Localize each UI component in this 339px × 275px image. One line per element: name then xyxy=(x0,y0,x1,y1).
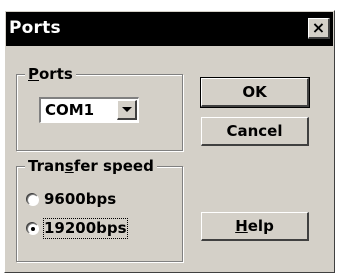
ports-groupbox: Ports COM1 xyxy=(16,65,183,151)
ports-group-label: Ports xyxy=(25,65,76,83)
transfer-speed-group-label: Transfer speed xyxy=(25,157,157,175)
port-select[interactable]: COM1 xyxy=(39,97,139,123)
radio-checked-icon[interactable] xyxy=(27,223,39,235)
radio-unchecked-icon[interactable] xyxy=(27,194,39,206)
transfer-speed-groupbox: Transfer speed 9600bps 19200bps xyxy=(16,157,183,262)
port-select-value: COM1 xyxy=(45,101,95,119)
window-title: Ports xyxy=(9,18,61,38)
title-bar[interactable]: Ports × xyxy=(6,12,333,46)
ports-dialog: Ports × Ports COM1 Transfer speed 9600bp… xyxy=(4,10,335,273)
ok-button[interactable]: OK xyxy=(200,77,310,108)
close-button[interactable]: × xyxy=(308,18,330,39)
radio-19200-label: 19200bps xyxy=(43,218,128,239)
radio-dot-icon xyxy=(31,227,35,231)
chevron-down-icon[interactable] xyxy=(117,100,137,120)
radio-9600-label: 9600bps xyxy=(44,190,117,208)
cancel-button[interactable]: Cancel xyxy=(201,117,309,146)
help-button[interactable]: Help xyxy=(201,212,309,241)
close-icon: × xyxy=(311,18,326,37)
